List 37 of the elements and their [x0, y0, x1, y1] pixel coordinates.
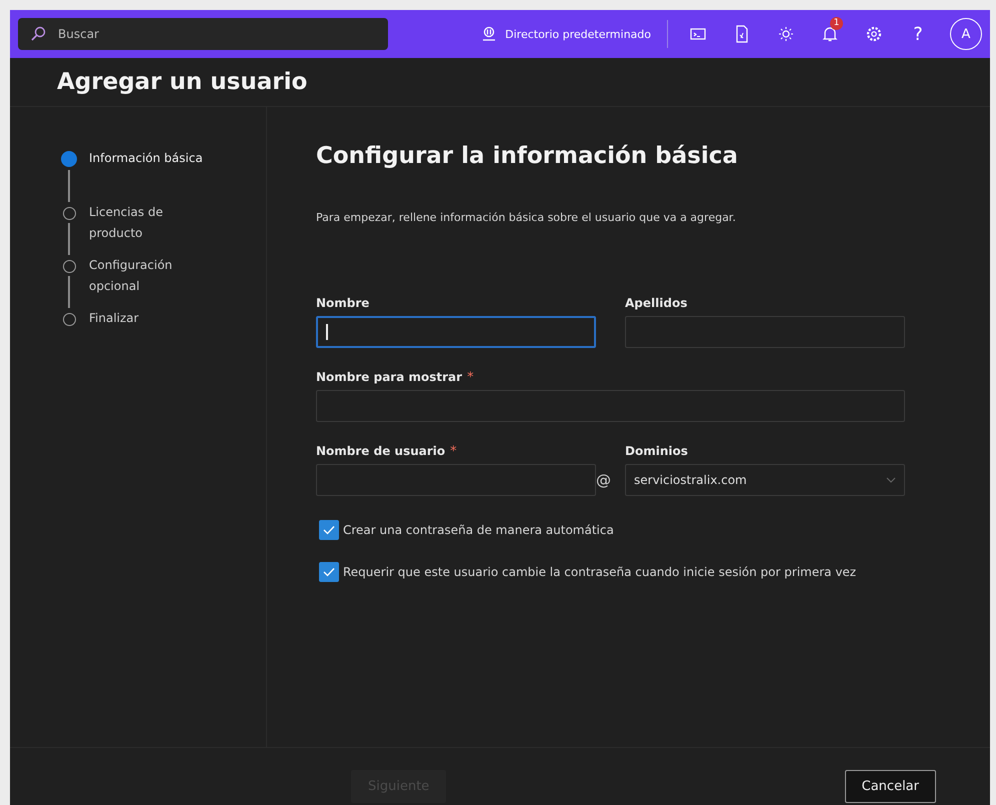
field-label: Nombre de usuario	[316, 444, 446, 458]
section-title: Configurar la información básica	[316, 143, 739, 169]
last-name-field[interactable]	[625, 316, 905, 348]
directory-button[interactable]: Directorio predeterminado	[475, 22, 657, 46]
step-link[interactable]: Finalizar	[89, 308, 219, 333]
chevron-down-icon	[886, 477, 896, 483]
field-label: Dominios	[625, 444, 689, 458]
user-name-field[interactable]	[316, 464, 596, 496]
field-label: Nombre	[316, 296, 370, 310]
at-sign: @	[596, 471, 611, 489]
step-link[interactable]: Configuración opcional	[89, 255, 219, 311]
step-link[interactable]: Información básica	[89, 148, 219, 205]
bell-icon	[822, 25, 838, 43]
checkbox[interactable]	[319, 562, 339, 582]
checkbox-label: Requerir que este usuario cambie la contraseña cuando inicie sesión por primera vez	[343, 565, 856, 579]
checkbox-label: Crear una contraseña de manera automática	[343, 523, 614, 537]
notification-badge: 1	[830, 17, 843, 30]
display-name-field[interactable]	[316, 390, 905, 422]
checkmark-icon	[323, 567, 335, 577]
help-button[interactable]: ?	[898, 14, 938, 54]
search-icon	[30, 26, 46, 42]
field-label: Apellidos	[625, 296, 688, 310]
cancel-button[interactable]: Cancelar	[844, 770, 936, 803]
step-link[interactable]: Licencias de producto	[89, 202, 219, 258]
checkmark-icon	[323, 525, 335, 535]
field-label: Nombre para mostrar	[316, 370, 462, 384]
required-mark: *	[450, 444, 457, 461]
checkbox[interactable]	[319, 520, 339, 540]
notifications-button[interactable]: 1	[810, 14, 850, 54]
domain-dropdown[interactable]: serviciostralix.com	[625, 464, 905, 496]
page-title: Agregar un usuario	[57, 69, 308, 95]
first-name-field[interactable]	[316, 316, 596, 348]
directory-icon	[481, 26, 498, 42]
search-field[interactable]: Buscar	[18, 18, 388, 50]
required-mark: *	[467, 370, 474, 387]
account-avatar[interactable]: A	[950, 18, 982, 50]
intro-text: Para empezar, rellene información básica sobre el usuario que va a agregar.	[316, 211, 737, 224]
